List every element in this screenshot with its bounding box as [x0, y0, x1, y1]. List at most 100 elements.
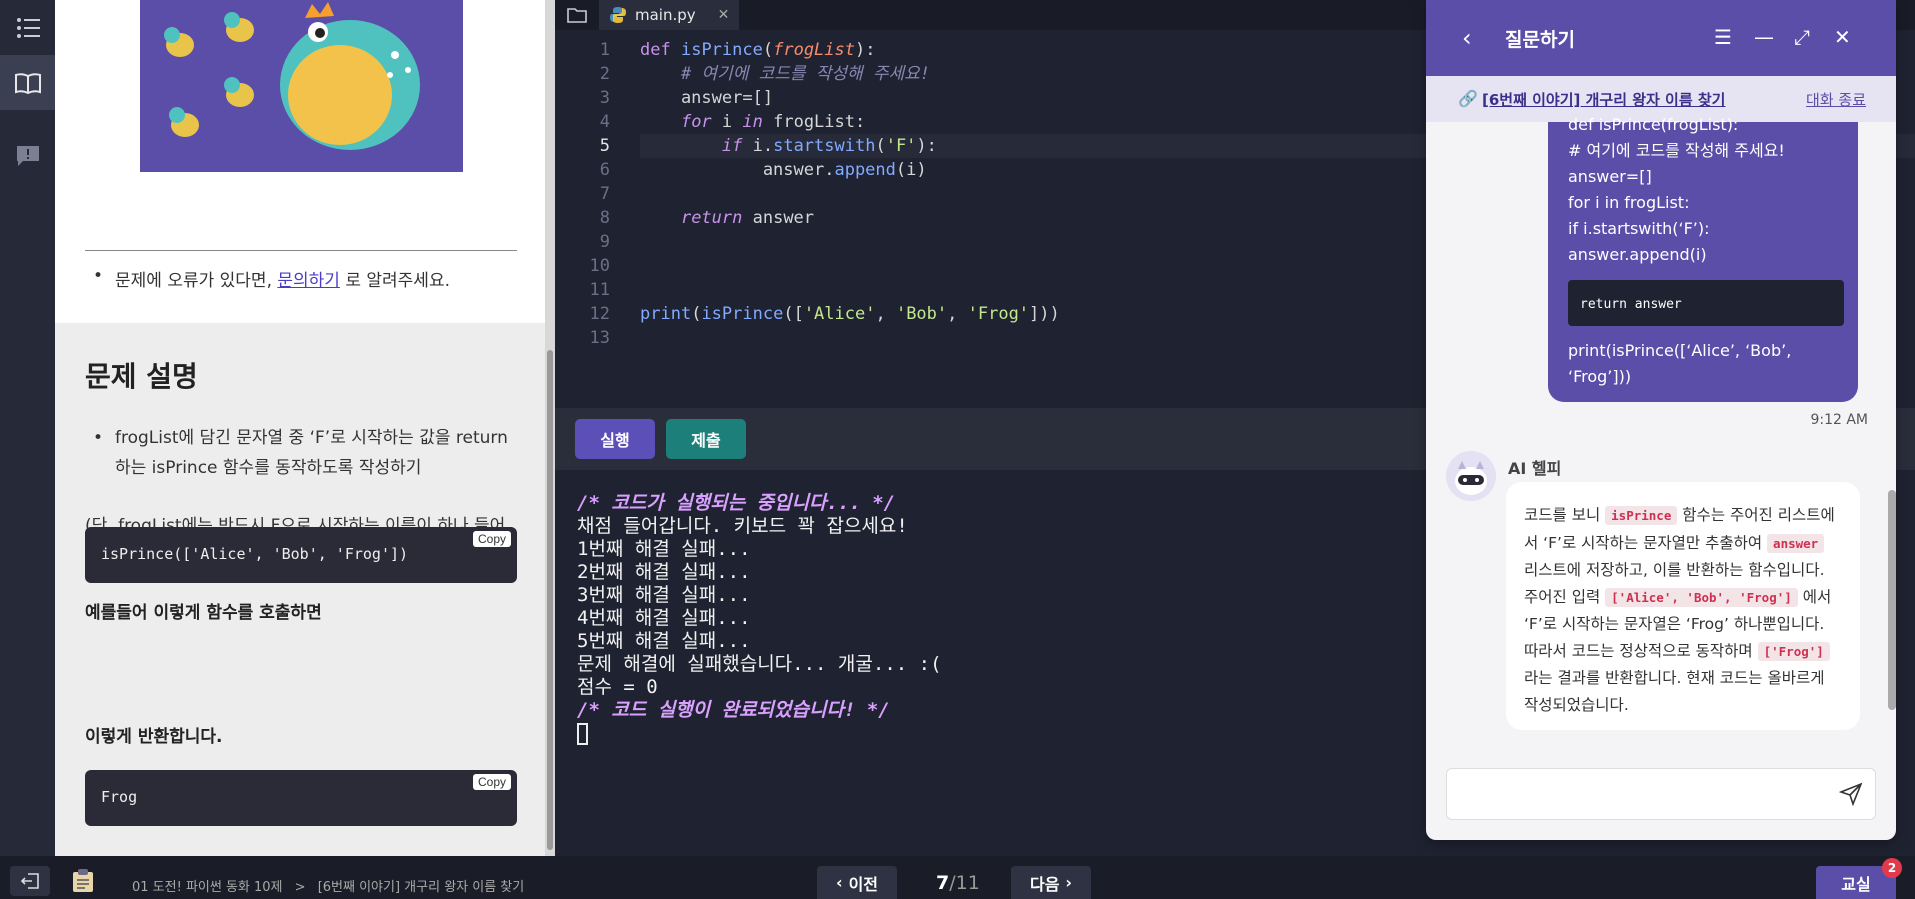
user-message-code: return answer: [1568, 280, 1844, 326]
code-line[interactable]: answer.append(i): [640, 158, 1060, 182]
code-line[interactable]: [640, 230, 1060, 254]
return-code: Frog Copy: [85, 770, 517, 826]
feedback-icon: [16, 145, 39, 166]
code-line[interactable]: def isPrince(frogList):: [640, 38, 1060, 62]
user-message-line: answer=[]: [1568, 167, 1652, 186]
ai-text: 코드를 보니: [1524, 506, 1606, 524]
python-icon: [610, 7, 626, 23]
next-button[interactable]: 다음 ›: [1011, 866, 1091, 899]
inquiry-link[interactable]: 문의하기: [277, 271, 340, 291]
code-line[interactable]: [640, 278, 1060, 302]
ai-avatar: [1446, 451, 1496, 501]
example-call-code-text: isPrince(['Alice', 'Bob', 'Frog']): [101, 545, 409, 563]
page-indicator: 7/11: [936, 872, 980, 894]
user-message: def isPrince(frogList): # 여기에 코드를 작성해 주세요…: [1548, 115, 1858, 402]
page-current: 7: [936, 872, 950, 894]
prev-button[interactable]: ‹ 이전: [817, 866, 897, 899]
book-icon: [14, 72, 41, 94]
topic-link[interactable]: [6번째 이야기] 개구리 왕자 이름 찾기: [1482, 89, 1725, 110]
user-message-line: if i.startswith(‘F’):: [1568, 219, 1710, 238]
send-icon[interactable]: [1838, 782, 1863, 810]
line-number: 5: [599, 136, 610, 156]
exit-icon: [20, 873, 39, 889]
line-number: 2: [599, 64, 610, 84]
chat-title: 질문하기: [1505, 29, 1575, 51]
breadcrumb-lesson[interactable]: [6번째 이야기] 개구리 왕자 이름 찾기: [318, 880, 525, 895]
exit-button[interactable]: [10, 866, 50, 896]
copy-button[interactable]: Copy: [472, 774, 511, 790]
line-numbers: 1 2 3 4 5 6 7 8 9 10 11 12 13: [555, 38, 610, 350]
code-tag: isPrince: [1605, 506, 1678, 525]
breadcrumb-separator: >: [294, 880, 306, 895]
problem-scrollbar[interactable]: [545, 0, 555, 856]
menu-icon[interactable]: ☰: [1714, 25, 1732, 49]
list-menu-button[interactable]: [0, 0, 55, 55]
user-message-line: answer.append(i): [1568, 245, 1707, 264]
notice-suffix: 로 알려주세요.: [339, 271, 450, 291]
end-chat-button[interactable]: 대화 종료: [1806, 89, 1866, 110]
scrollbar-thumb[interactable]: [547, 350, 553, 850]
section-title: 문제 설명: [85, 360, 198, 393]
line-number: 8: [599, 208, 610, 228]
ai-message: 코드를 보니 isPrince 함수는 주어진 리스트에서 ‘F’로 시작하는 …: [1506, 482, 1860, 730]
list-icon: [16, 17, 40, 38]
expand-icon[interactable]: ⤢: [1794, 25, 1810, 49]
user-message-line: for i in frogList:: [1568, 193, 1690, 212]
ai-name: AI 헬피: [1508, 459, 1562, 478]
chat-input[interactable]: [1446, 768, 1876, 820]
user-message-lines: def isPrince(frogList): # 여기에 코드를 작성해 주세요…: [1568, 112, 1838, 268]
code-line[interactable]: print(isPrince(['Alice', 'Bob', 'Frog'])…: [640, 302, 1060, 326]
user-message-line: def isPrince(frogList):: [1568, 115, 1739, 134]
line-number: 1: [599, 40, 610, 60]
line-number: 10: [589, 256, 610, 276]
code-text[interactable]: def isPrince(frogList): # 여기에 코드를 작성해 주세…: [640, 38, 1060, 350]
chat-header: ‹ 질문하기 ☰ — ⤢ ✕: [1426, 0, 1896, 76]
code-line[interactable]: # 여기에 코드를 작성해 주세요!: [640, 62, 1060, 86]
console-cursor: [577, 722, 588, 745]
notification-badge: 2: [1882, 858, 1902, 878]
problem-pane: 문제에 오류가 있다면, 문의하기 로 알려주세요. 문제 설명 frogLis…: [55, 0, 545, 856]
code-line[interactable]: [640, 326, 1060, 350]
notice-text: 문제에 오류가 있다면,: [115, 271, 278, 291]
code-line[interactable]: answer=[]: [640, 86, 1060, 110]
error-notice: 문제에 오류가 있다면, 문의하기 로 알려주세요.: [115, 266, 450, 291]
tab-main-py[interactable]: main.py ✕: [599, 0, 739, 30]
line-number: 6: [599, 160, 610, 180]
code-tag: ['Frog']: [1757, 641, 1830, 661]
code-line[interactable]: if i.startswith('F'):: [640, 134, 1060, 158]
line-number: 4: [599, 112, 610, 132]
example-call-label: 예를들어 이렇게 함수를 호출하면: [85, 603, 322, 623]
run-button[interactable]: 실행: [575, 419, 655, 459]
tab-label: main.py: [635, 6, 696, 24]
folder-icon[interactable]: [567, 6, 587, 28]
back-icon[interactable]: ‹: [1462, 24, 1472, 52]
code-line[interactable]: [640, 182, 1060, 206]
code-line[interactable]: [640, 254, 1060, 278]
breadcrumb: 01 도전! 파이썬 동화 10제 > [6번째 이야기] 개구리 왕자 이름 …: [132, 876, 524, 895]
link-icon: 🔗: [1458, 89, 1478, 108]
code-tag: answer: [1767, 533, 1825, 553]
line-number: 9: [599, 232, 610, 252]
minimize-icon[interactable]: —: [1754, 25, 1774, 49]
submit-button[interactable]: 제출: [666, 419, 746, 459]
code-line[interactable]: return answer: [640, 206, 1060, 230]
left-rail: 목록: [0, 0, 96, 856]
frog-illustration: [140, 0, 463, 172]
breadcrumb-course[interactable]: 01 도전! 파이썬 동화 10제: [132, 880, 283, 895]
close-icon[interactable]: ✕: [718, 7, 730, 23]
code-line[interactable]: for i in frogList:: [640, 110, 1060, 134]
return-code-text: Frog: [101, 788, 138, 806]
copy-button[interactable]: Copy: [472, 531, 511, 547]
bottom-bar: 01 도전! 파이썬 동화 10제 > [6번째 이야기] 개구리 왕자 이름 …: [0, 856, 1915, 899]
book-button[interactable]: [0, 55, 55, 110]
next-label: 다음: [1029, 874, 1060, 894]
chat-scrollbar[interactable]: [1888, 490, 1896, 710]
feedback-button[interactable]: [0, 128, 55, 183]
prev-label: 이전: [848, 874, 879, 894]
close-icon[interactable]: ✕: [1834, 25, 1851, 49]
code-tag: ['Alice', 'Bob', 'Frog']: [1605, 587, 1798, 607]
line-number: 3: [599, 88, 610, 108]
description-bullet: frogList에 담긴 문자열 중 ‘F’로 시작하는 값을 return 하…: [93, 423, 515, 483]
example-call-code: isPrince(['Alice', 'Bob', 'Frog']) Copy: [85, 527, 517, 583]
divider: [85, 250, 517, 251]
